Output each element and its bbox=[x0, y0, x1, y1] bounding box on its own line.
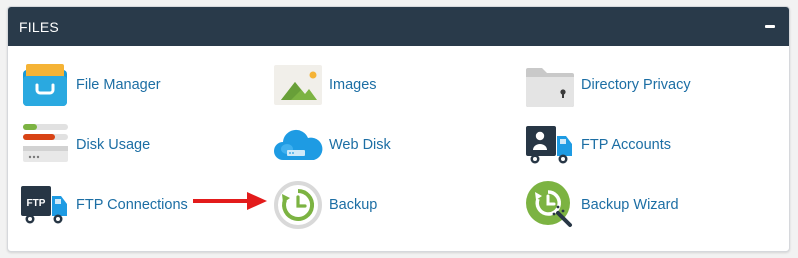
images-link[interactable]: Images bbox=[273, 60, 377, 110]
item-label: File Manager bbox=[76, 77, 161, 93]
web-disk-icon bbox=[274, 129, 323, 160]
ftp-connections-icon: FTP bbox=[21, 186, 67, 224]
backup-link[interactable]: Backup bbox=[273, 180, 377, 230]
panel-title: FILES bbox=[19, 18, 59, 35]
collapse-button[interactable] bbox=[761, 18, 779, 36]
item-label: Disk Usage bbox=[76, 137, 151, 153]
file-manager-icon bbox=[23, 64, 67, 106]
backup-wizard-icon bbox=[526, 181, 572, 227]
item-label: Directory Privacy bbox=[581, 77, 691, 93]
images-icon bbox=[274, 65, 322, 105]
file-manager-link[interactable]: File Manager bbox=[20, 60, 161, 110]
web-disk-link[interactable]: Web Disk bbox=[273, 120, 391, 170]
panel-header: FILES bbox=[8, 7, 789, 46]
red-arrow-icon bbox=[193, 192, 267, 210]
directory-privacy-icon bbox=[526, 68, 574, 107]
item-label: Backup bbox=[329, 197, 378, 213]
ftp-connections-link[interactable]: FTP FTP Connections bbox=[20, 180, 188, 230]
item-label: Web Disk bbox=[329, 137, 391, 153]
backup-icon bbox=[274, 181, 322, 229]
minus-icon bbox=[765, 25, 775, 28]
directory-privacy-link[interactable]: Directory Privacy bbox=[525, 60, 691, 110]
ftp-truck-text: FTP bbox=[27, 198, 46, 209]
item-label: Backup Wizard bbox=[581, 197, 679, 213]
ftp-accounts-icon bbox=[526, 126, 572, 164]
item-label: FTP Accounts bbox=[581, 137, 671, 153]
backup-wizard-link[interactable]: Backup Wizard bbox=[525, 180, 679, 230]
disk-usage-link[interactable]: Disk Usage bbox=[20, 120, 150, 170]
item-label: FTP Connections bbox=[76, 197, 188, 213]
item-label: Images bbox=[329, 77, 377, 93]
disk-usage-icon bbox=[23, 124, 68, 162]
ftp-accounts-link[interactable]: FTP Accounts bbox=[525, 120, 671, 170]
